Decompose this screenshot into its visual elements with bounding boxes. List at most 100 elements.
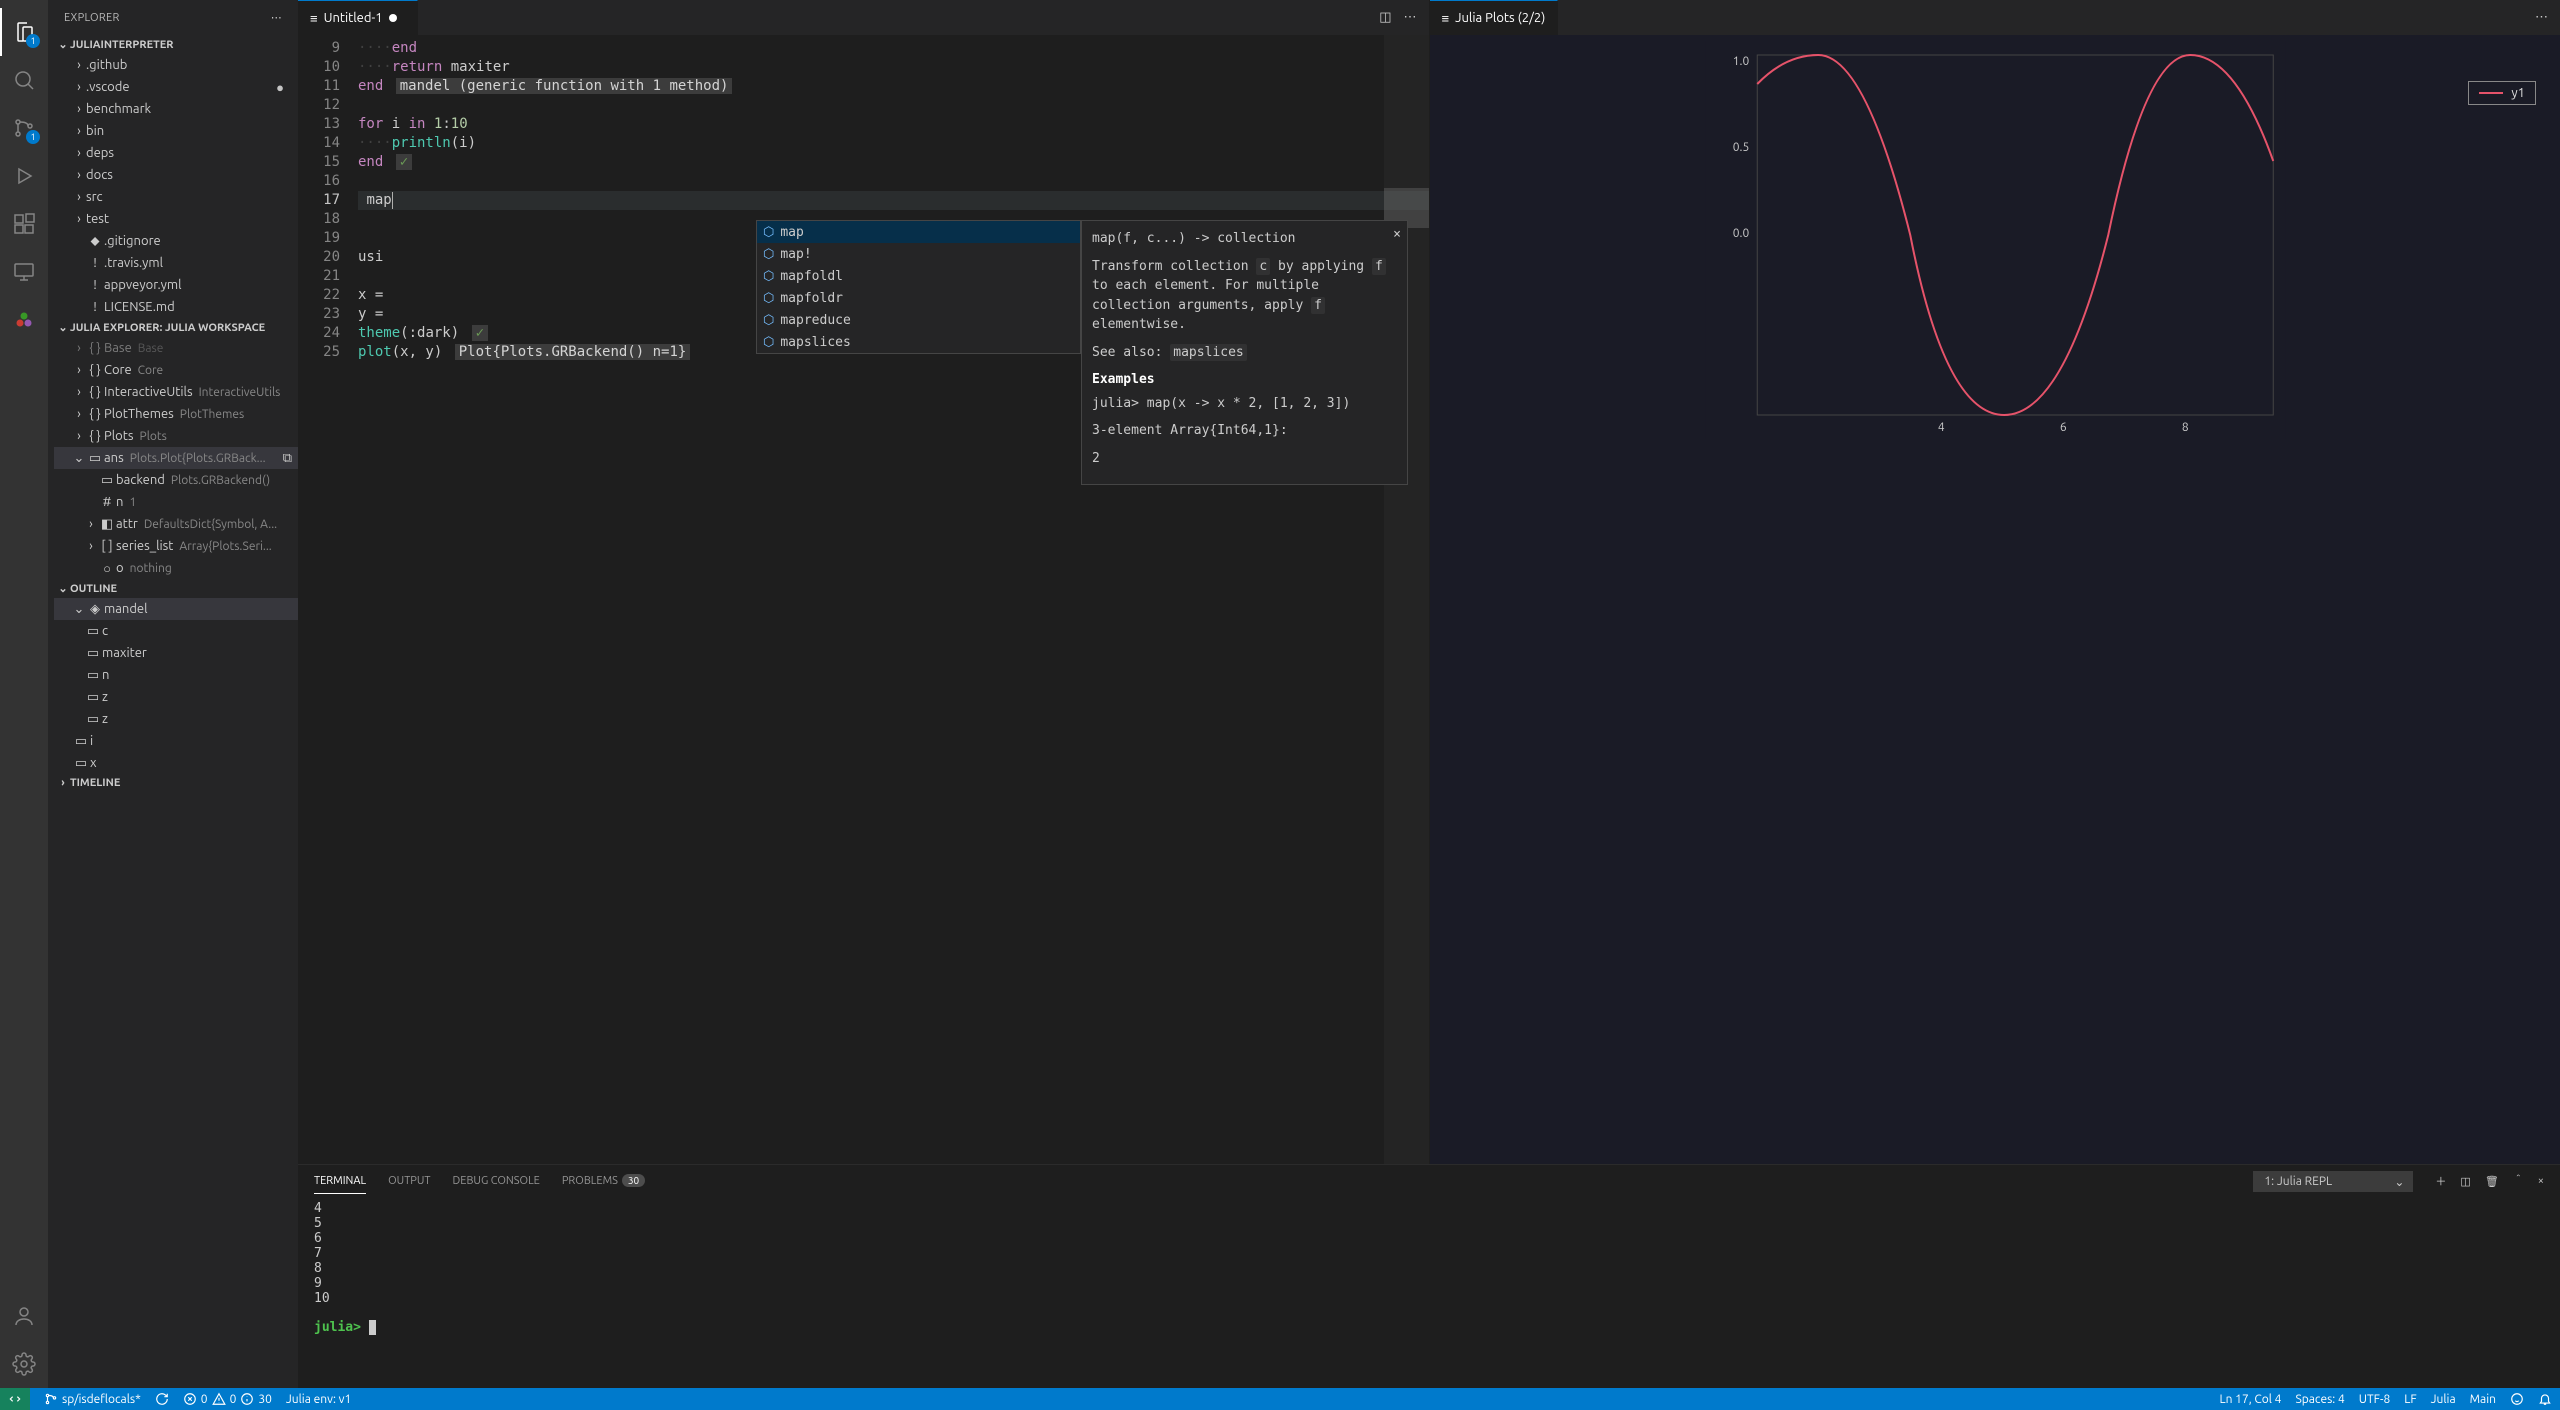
suggest-item[interactable]: ⬡mapfoldl bbox=[757, 265, 1080, 287]
file-license[interactable]: !LICENSE.md bbox=[54, 296, 298, 318]
preview-icon: ≡ bbox=[1442, 11, 1450, 26]
tab-julia-plots[interactable]: ≡ Julia Plots (2/2) bbox=[1430, 0, 1559, 35]
project-section[interactable]: ⌄ JULIAINTERPRETER bbox=[48, 35, 298, 54]
remote-explorer-icon[interactable] bbox=[0, 248, 48, 296]
tab-output[interactable]: OUTPUT bbox=[388, 1169, 430, 1193]
new-terminal-icon[interactable]: ＋ bbox=[2435, 1173, 2446, 1189]
outline-section[interactable]: ⌄ OUTLINE bbox=[48, 579, 298, 598]
explorer-badge: 1 bbox=[26, 34, 40, 48]
tab-untitled[interactable]: ≡ Untitled-1 bbox=[298, 0, 418, 35]
tab-problems[interactable]: PROBLEMS30 bbox=[562, 1169, 645, 1193]
notifications-icon[interactable] bbox=[2538, 1392, 2552, 1406]
method-icon: ⬡ bbox=[763, 225, 774, 240]
file-appveyor[interactable]: !appveyor.yml bbox=[54, 274, 298, 296]
timeline-section[interactable]: › TIMELINE bbox=[48, 774, 298, 792]
outline-c[interactable]: ▭c bbox=[54, 620, 298, 642]
explorer-icon[interactable]: 1 bbox=[0, 8, 48, 56]
ws-ans-n[interactable]: #n1 bbox=[54, 491, 298, 513]
split-editor-icon[interactable]: ◫ bbox=[1379, 10, 1391, 25]
outline-z2[interactable]: ▭z bbox=[54, 708, 298, 730]
split-terminal-icon[interactable]: ◫ bbox=[2460, 1175, 2470, 1188]
minimap[interactable] bbox=[1384, 35, 1429, 1164]
ws-core[interactable]: ›{ }CoreCore bbox=[54, 359, 298, 381]
outline-z1[interactable]: ▭z bbox=[54, 686, 298, 708]
more-icon[interactable]: ⋯ bbox=[2535, 10, 2548, 25]
eol[interactable]: LF bbox=[2404, 1393, 2416, 1406]
suggest-item[interactable]: ⬡mapslices bbox=[757, 331, 1080, 353]
ws-plots[interactable]: ›{ }PlotsPlots bbox=[54, 425, 298, 447]
workspace-section[interactable]: ⌄ JULIA EXPLORER: JULIA WORKSPACE bbox=[48, 318, 298, 337]
settings-gear-icon[interactable] bbox=[0, 1340, 48, 1388]
problems-status[interactable]: 0 0 30 bbox=[183, 1392, 272, 1406]
git-branch[interactable]: sp/isdeflocals* bbox=[44, 1392, 141, 1406]
outline-mandel[interactable]: ⌄◈mandel bbox=[54, 598, 298, 620]
julia-icon[interactable] bbox=[0, 296, 48, 344]
inline-result: Plot{Plots.GRBackend() n=1} bbox=[455, 344, 691, 360]
file-gitignore[interactable]: ⬥.gitignore bbox=[54, 230, 298, 252]
line-gutter: 91011121314 151617181920 2122232425 bbox=[298, 35, 358, 1164]
link-mapslices[interactable]: mapslices bbox=[1170, 344, 1246, 361]
chevron-down-icon: ⌄ bbox=[56, 38, 70, 51]
indentation[interactable]: Spaces: 4 bbox=[2295, 1393, 2344, 1406]
bottom-panel: TERMINAL OUTPUT DEBUG CONSOLE PROBLEMS30… bbox=[298, 1164, 2560, 1388]
maximize-panel-icon[interactable]: ＾ bbox=[2513, 1173, 2524, 1189]
suggest-item[interactable]: ⬡mapfoldr bbox=[757, 287, 1080, 309]
julia-env[interactable]: Julia env: v1 bbox=[286, 1393, 351, 1406]
tab-debug-console[interactable]: DEBUG CONSOLE bbox=[453, 1169, 540, 1193]
svg-text:0.5: 0.5 bbox=[1732, 141, 1749, 154]
ws-ans-attr[interactable]: ›◧attrDefaultsDict{Symbol, A... bbox=[54, 513, 298, 535]
folder-src[interactable]: ›src bbox=[54, 186, 298, 208]
folder-vscode[interactable]: ›.vscode● bbox=[54, 76, 298, 98]
outline-i[interactable]: ▭i bbox=[54, 730, 298, 752]
folder-deps[interactable]: ›deps bbox=[54, 142, 298, 164]
suggest-widget[interactable]: ⬡map ⬡map! ⬡mapfoldl ⬡mapfoldr ⬡mapreduc… bbox=[756, 220, 1081, 354]
folder-benchmark[interactable]: ›benchmark bbox=[54, 98, 298, 120]
ws-ans[interactable]: ⌄▭ansPlots.Plot{Plots.GRBack...⧉ bbox=[54, 447, 298, 469]
outline-x[interactable]: ▭x bbox=[54, 752, 298, 774]
copy-icon[interactable]: ⧉ bbox=[283, 451, 292, 466]
ws-ans-series[interactable]: ›[ ]series_listArray{Plots.Seri... bbox=[54, 535, 298, 557]
struct-icon: ▭ bbox=[86, 451, 104, 466]
feedback-icon[interactable] bbox=[2510, 1392, 2524, 1406]
ws-base[interactable]: ›{ }BaseBase bbox=[54, 337, 298, 359]
suggest-item[interactable]: ⬡map! bbox=[757, 243, 1080, 265]
search-icon[interactable] bbox=[0, 56, 48, 104]
plot-viewer: 1.0 0.5 0.0 4 6 8 y1 bbox=[1430, 35, 2560, 1164]
file-icon: ≡ bbox=[310, 11, 318, 26]
tab-terminal[interactable]: TERMINAL bbox=[314, 1169, 366, 1194]
outline-n[interactable]: ▭n bbox=[54, 664, 298, 686]
language-mode[interactable]: Julia bbox=[2431, 1393, 2456, 1406]
close-panel-icon[interactable]: × bbox=[2538, 1175, 2544, 1187]
file-travis[interactable]: !.travis.yml bbox=[54, 252, 298, 274]
suggest-item-map[interactable]: ⬡map bbox=[757, 221, 1080, 243]
ws-interactive[interactable]: ›{ }InteractiveUtilsInteractiveUtils bbox=[54, 381, 298, 403]
accounts-icon[interactable] bbox=[0, 1292, 48, 1340]
folder-test[interactable]: ›test bbox=[54, 208, 298, 230]
folder-github[interactable]: ›.github bbox=[54, 54, 298, 76]
more-icon[interactable]: ⋯ bbox=[1404, 10, 1417, 25]
terminal[interactable]: 4 5 6 7 8 9 10 julia> bbox=[298, 1197, 2560, 1388]
run-debug-icon[interactable] bbox=[0, 152, 48, 200]
ws-ans-o[interactable]: ○onothing bbox=[54, 557, 298, 579]
source-control-icon[interactable]: 1 bbox=[0, 104, 48, 152]
activity-bar: 1 1 bbox=[0, 0, 48, 1388]
suggest-item[interactable]: ⬡mapreduce bbox=[757, 309, 1080, 331]
more-icon[interactable]: ⋯ bbox=[271, 11, 282, 24]
code-editor[interactable]: 91011121314 151617181920 2122232425 ····… bbox=[298, 35, 1429, 1164]
kill-terminal-icon[interactable]: 🗑 bbox=[2485, 1175, 2499, 1188]
inline-check-icon: ✓ bbox=[396, 154, 412, 170]
terminal-selector[interactable]: 1: Julia REPL⌄ bbox=[2253, 1171, 2413, 1192]
folder-docs[interactable]: ›docs bbox=[54, 164, 298, 186]
sync-icon[interactable] bbox=[155, 1392, 169, 1406]
encoding[interactable]: UTF-8 bbox=[2359, 1393, 2390, 1406]
chevron-right-icon: › bbox=[56, 777, 70, 789]
cursor-position[interactable]: Ln 17, Col 4 bbox=[2219, 1393, 2281, 1406]
remote-indicator[interactable] bbox=[0, 1388, 30, 1410]
outline-maxiter[interactable]: ▭maxiter bbox=[54, 642, 298, 664]
julia-module[interactable]: Main bbox=[2470, 1393, 2496, 1406]
extensions-icon[interactable] bbox=[0, 200, 48, 248]
close-icon[interactable]: × bbox=[1393, 225, 1401, 245]
folder-bin[interactable]: ›bin bbox=[54, 120, 298, 142]
ws-plotthemes[interactable]: ›{ }PlotThemesPlotThemes bbox=[54, 403, 298, 425]
ws-ans-backend[interactable]: ▭backendPlots.GRBackend() bbox=[54, 469, 298, 491]
